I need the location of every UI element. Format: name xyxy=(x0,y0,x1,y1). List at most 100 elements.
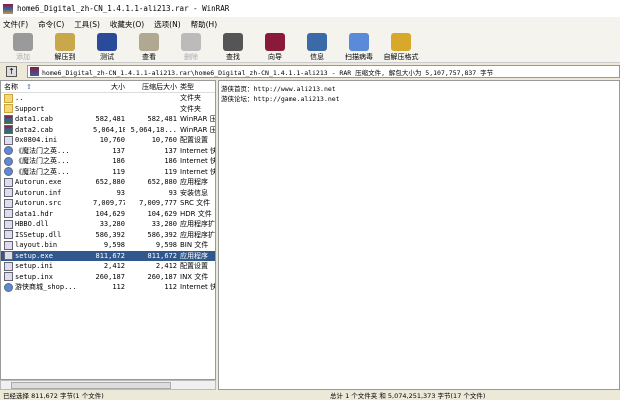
menu-item[interactable]: 收藏夹(O) xyxy=(110,19,144,30)
folder-icon xyxy=(4,93,13,103)
file-row[interactable]: setup.exe 811,672 811,672 应用程序 xyxy=(1,250,215,261)
file-row[interactable]: Support 文件夹 xyxy=(1,104,215,115)
horizontal-scrollbar[interactable] xyxy=(0,380,216,390)
extract-icon xyxy=(55,33,75,51)
up-folder-button[interactable]: ↑ xyxy=(6,66,17,77)
file-row[interactable]: 《魔法门之英...186186Internet 快捷方式 xyxy=(1,156,215,167)
file-name: ISSetup.dll xyxy=(1,230,93,240)
rar-icon xyxy=(4,114,13,124)
file-row[interactable]: data2.cab5,064,18...5,064,18...WinRAR 压缩… xyxy=(1,125,215,136)
window-title: home6_Digital_zh-CN_1.4.1.1-ali213.rar -… xyxy=(17,4,230,13)
file-icon xyxy=(4,209,13,219)
file-type: SRC 文件 xyxy=(180,199,211,208)
file-row[interactable]: ISSetup.dll586,392586,392应用程序扩展 xyxy=(1,230,215,241)
file-type: WinRAR 压缩文件 xyxy=(180,125,215,134)
file-row[interactable]: layout.bin 9,598 9,598 BIN 文件 xyxy=(1,240,215,251)
toolbar-button[interactable]: 删除 xyxy=(172,31,210,62)
title-bar: home6_Digital_zh-CN_1.4.1.1-ali213.rar -… xyxy=(0,0,620,17)
file-row[interactable]: Autorun.exe 652,880 652,880 应用程序 xyxy=(1,177,215,188)
path-field[interactable]: home6_Digital_zh-CN_1.4.1.1-ali213.rar\h… xyxy=(27,65,620,78)
toolbar-label: 测试 xyxy=(100,53,114,61)
menu-bar: 文件(F) 命令(C) 工具(S) 收藏夹(O) 选项(N) 帮助(H) xyxy=(0,17,620,31)
toolbar-button[interactable]: 信息 xyxy=(298,31,336,62)
address-bar: ↑ home6_Digital_zh-CN_1.4.1.1-ali213.rar… xyxy=(0,64,620,79)
file-row[interactable]: 《魔法门之英...119119Internet 快捷方式 xyxy=(1,167,215,178)
file-row[interactable]: Autorun.inf 93 93 安装信息 xyxy=(1,188,215,199)
file-row[interactable]: 游侠商城_shop...112112Internet 快捷方式 xyxy=(1,282,215,293)
toolbar-button[interactable]: 向导 xyxy=(256,31,294,62)
file-name-text: setup.ini xyxy=(15,262,53,271)
menu-item[interactable]: 命令(C) xyxy=(38,19,64,30)
toolbar-button[interactable]: 扫描病毒 xyxy=(340,31,378,62)
column-type[interactable]: 类型 xyxy=(177,82,215,92)
file-size: 582,481 xyxy=(95,115,125,124)
file-name: 《魔法门之英... xyxy=(1,167,93,177)
file-size: 5,064,18... xyxy=(93,125,125,134)
file-name-text: 《魔法门之英... xyxy=(15,167,70,176)
file-type: 安装信息 xyxy=(180,188,208,197)
ie-icon xyxy=(4,167,13,177)
file-row[interactable]: 0x0804.ini 10,760 10,760 配置设置 xyxy=(1,135,215,146)
menu-item[interactable]: 选项(N) xyxy=(154,19,180,30)
file-icon xyxy=(4,230,13,240)
file-name-text: setup.exe xyxy=(15,251,53,260)
menu-item[interactable]: 文件(F) xyxy=(3,19,28,30)
file-packed: 260,187 xyxy=(147,272,177,281)
toolbar-button[interactable]: 解压到 xyxy=(46,31,84,62)
toolbar-label: 信息 xyxy=(310,53,324,61)
file-name: Autorun.inf xyxy=(1,188,93,198)
file-packed: 652,880 xyxy=(147,178,177,187)
file-packed: 2,412 xyxy=(155,262,177,271)
file-size: 119 xyxy=(112,167,125,176)
file-name: 0x0804.ini xyxy=(1,135,93,145)
toolbar-label: 查找 xyxy=(226,53,240,61)
file-row[interactable]: data1.cab582,481582,481WinRAR 压缩文件 xyxy=(1,114,215,125)
file-row[interactable]: .. 文件夹 xyxy=(1,93,215,104)
toolbar-button[interactable]: 查看 xyxy=(130,31,168,62)
toolbar-button[interactable]: 查找 xyxy=(214,31,252,62)
file-row[interactable]: data1.hdr 104,629 104,629 HDR 文件 xyxy=(1,209,215,220)
file-name: Autorun.exe xyxy=(1,177,93,187)
file-size: 10,760 xyxy=(99,136,125,145)
file-row[interactable]: setup.ini 2,412 2,412 配置设置 xyxy=(1,261,215,272)
file-type: 文件夹 xyxy=(180,104,201,113)
file-icon xyxy=(4,135,13,145)
toolbar-button[interactable]: 添加 xyxy=(4,31,42,62)
file-packed: 9,598 xyxy=(155,241,177,250)
column-name[interactable]: 名称 ⇧ xyxy=(1,82,93,92)
file-icon xyxy=(4,261,13,271)
sort-up-icon: ⇧ xyxy=(26,82,32,91)
toolbar-button[interactable]: 自解压格式 xyxy=(382,31,420,62)
delete-icon xyxy=(181,33,201,51)
file-name-text: ISSetup.dll xyxy=(15,230,62,239)
file-size: 93 xyxy=(116,188,125,197)
file-icon xyxy=(4,188,13,198)
file-row[interactable]: setup.inx 260,187 260,187 INX 文件 xyxy=(1,272,215,283)
menu-item[interactable]: 帮助(H) xyxy=(191,19,218,30)
file-type: WinRAR 压缩文件 xyxy=(180,115,215,124)
file-size: 2,412 xyxy=(103,262,125,271)
file-row[interactable]: HBBO.dll33,28033,280应用程序扩展 xyxy=(1,219,215,230)
column-size[interactable]: 大小 xyxy=(93,82,125,92)
sfx-icon xyxy=(391,33,411,51)
scroll-thumb[interactable] xyxy=(11,382,171,389)
file-size: 260,187 xyxy=(95,272,125,281)
file-size: 33,280 xyxy=(99,220,125,229)
scan-virus-icon xyxy=(349,33,369,51)
file-row[interactable]: Autorun.src7,009,7777,009,777SRC 文件 xyxy=(1,198,215,209)
column-packed[interactable]: 压缩后大小 xyxy=(125,82,177,92)
menu-item[interactable]: 工具(S) xyxy=(74,19,100,30)
file-size: 137 xyxy=(112,146,125,155)
file-row[interactable]: 《魔法门之英...137137Internet 快捷方式 xyxy=(1,146,215,157)
file-name-text: data1.cab xyxy=(15,115,53,124)
file-packed: 811,672 xyxy=(147,251,177,260)
file-name: .. xyxy=(1,93,93,103)
toolbar-button[interactable]: 测试 xyxy=(88,31,126,62)
ie-icon xyxy=(4,156,13,166)
file-packed: 33,280 xyxy=(151,220,177,229)
file-name-text: data2.cab xyxy=(15,125,53,134)
comment-line: 游侠论坛：http://game.ali213.net xyxy=(221,95,340,103)
toolbar: 添加 解压到 测试 查看 删除 查找 向导 信息 扫描病毒 自解压格式 xyxy=(0,31,620,63)
file-packed: 5,064,18... xyxy=(130,125,177,134)
file-size: 112 xyxy=(112,283,125,292)
